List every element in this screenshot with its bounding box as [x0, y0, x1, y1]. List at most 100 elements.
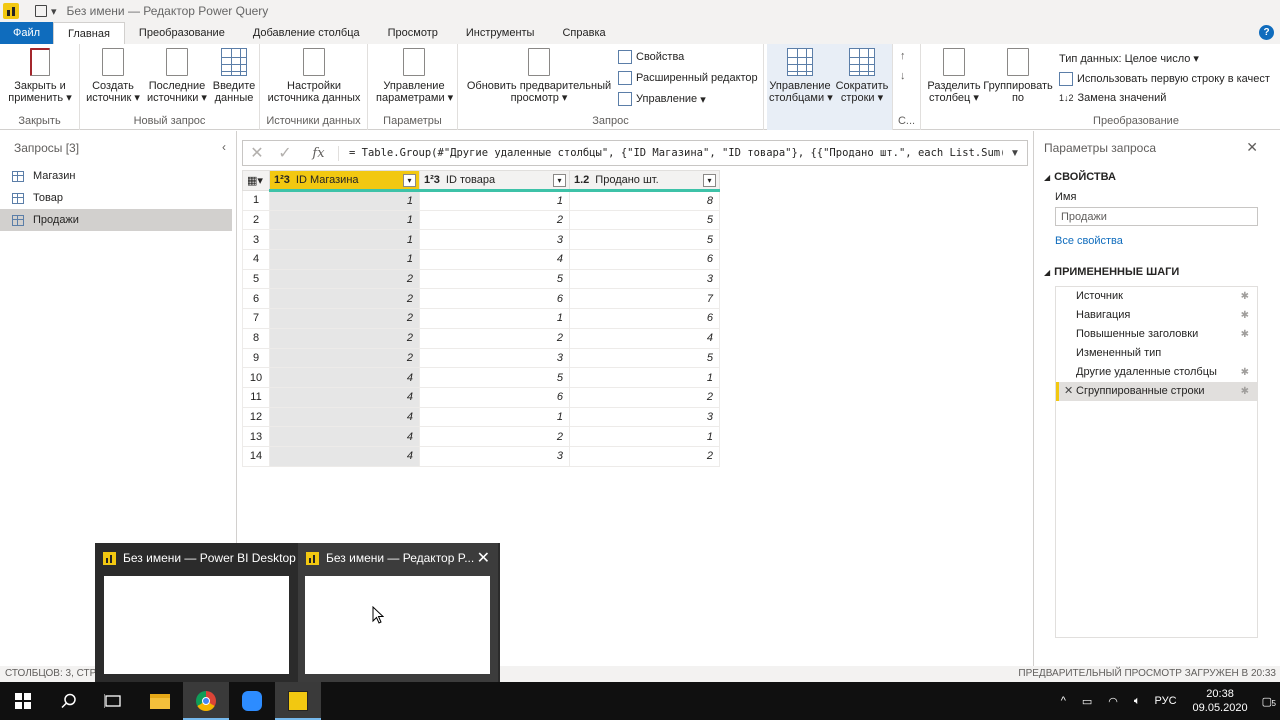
table-cell[interactable]: 4: [269, 386, 420, 408]
table-cell[interactable]: 1: [269, 229, 420, 251]
table-cell[interactable]: 2: [269, 327, 420, 349]
cancel-x-icon[interactable]: ✕: [243, 143, 271, 163]
manage-parameters-button[interactable]: Управление параметрами ▾: [376, 48, 453, 104]
filter-dropdown-icon[interactable]: ▾: [403, 174, 416, 187]
table-cell[interactable]: 5: [569, 347, 720, 369]
gear-icon[interactable]: ✱: [1241, 325, 1249, 344]
table-cell[interactable]: 5: [419, 268, 570, 290]
group-by-button[interactable]: Группировать по: [983, 48, 1053, 104]
filter-dropdown-icon[interactable]: ▾: [553, 174, 566, 187]
table-cell[interactable]: 3: [419, 347, 570, 369]
gear-icon[interactable]: ✱: [1241, 363, 1249, 382]
power-bi-taskbar-icon[interactable]: [275, 682, 321, 720]
table-cell[interactable]: 6: [419, 386, 570, 408]
table-cell[interactable]: 4: [569, 327, 720, 349]
help-icon[interactable]: ?: [1259, 25, 1274, 40]
table-cell[interactable]: 5: [419, 367, 570, 388]
manage-button[interactable]: Управление ▾: [618, 92, 706, 106]
table-cell[interactable]: 2: [269, 308, 420, 329]
table-cell[interactable]: 3: [569, 406, 720, 428]
fx-icon[interactable]: fx: [299, 145, 339, 161]
table-cell[interactable]: 4: [269, 445, 420, 467]
properties-section-header[interactable]: ◢ СВОЙСТВА: [1044, 171, 1116, 183]
reduce-rows-button[interactable]: Сократить строки ▾: [833, 48, 891, 104]
replace-values-button[interactable]: 1↓2 Замена значений: [1059, 92, 1166, 104]
thumbnail-power-bi-desktop[interactable]: Без имени — Power BI Desktop: [95, 543, 296, 682]
data-type-dropdown[interactable]: Тип данных: Целое число ▾: [1059, 52, 1199, 66]
table-cell[interactable]: 2: [569, 386, 720, 408]
step-item[interactable]: Измененный тип: [1056, 344, 1257, 363]
table-cell[interactable]: 3: [569, 268, 720, 290]
table-cell[interactable]: 8: [569, 190, 720, 211]
table-cell[interactable]: 1: [569, 367, 720, 388]
sort-ascending-icon[interactable]: ↑: [900, 50, 906, 62]
table-cell[interactable]: 2: [419, 209, 570, 231]
applied-steps-header[interactable]: ◢ ПРИМЕНЕННЫЕ ШАГИ: [1044, 266, 1179, 278]
table-cell[interactable]: 5: [569, 209, 720, 231]
table-cell[interactable]: 1: [269, 190, 420, 211]
table-cell[interactable]: 3: [419, 445, 570, 467]
whole-number-type-icon[interactable]: 1²3: [274, 174, 290, 186]
query-item-prodazhi[interactable]: Продажи: [0, 209, 232, 231]
chevron-up-icon[interactable]: ^: [1061, 695, 1066, 707]
query-name-input[interactable]: Продажи: [1055, 207, 1258, 226]
gear-icon[interactable]: ✱: [1241, 382, 1249, 401]
file-explorer-icon[interactable]: [137, 682, 183, 720]
table-cell[interactable]: 1: [419, 406, 570, 428]
step-item[interactable]: Источник ✱: [1056, 287, 1257, 306]
table-cell[interactable]: 1: [569, 426, 720, 447]
gear-icon[interactable]: ✱: [1241, 287, 1249, 306]
table-cell[interactable]: 4: [269, 406, 420, 428]
table-cell[interactable]: 4: [419, 249, 570, 270]
first-row-headers-button[interactable]: Использовать первую строку в качест: [1059, 72, 1270, 86]
tab-add-column[interactable]: Добавление столбца: [239, 22, 374, 44]
table-cell[interactable]: 1: [419, 190, 570, 211]
table-cell[interactable]: 2: [269, 268, 420, 290]
table-cell[interactable]: 6: [569, 249, 720, 270]
clock[interactable]: 20:38 09.05.2020: [1193, 687, 1248, 715]
table-cell[interactable]: 2: [419, 426, 570, 447]
filter-dropdown-icon[interactable]: ▾: [703, 174, 716, 187]
manage-columns-button[interactable]: Управление столбцами ▾: [769, 48, 833, 104]
thumbnail-power-query-editor[interactable]: Без имени — Редактор P... ✕: [298, 543, 498, 682]
close-apply-button[interactable]: Закрыть и применить ▾: [6, 48, 74, 104]
chevron-down-icon[interactable]: ▼: [1003, 148, 1027, 159]
table-cell[interactable]: 4: [269, 367, 420, 388]
table-cell[interactable]: 1: [269, 209, 420, 231]
column-header-id-tovara[interactable]: 1²3 ID товара ▾: [419, 170, 570, 192]
table-cell[interactable]: 6: [419, 288, 570, 310]
table-cell[interactable]: 2: [419, 327, 570, 349]
query-item-magazin[interactable]: Магазин: [0, 165, 236, 187]
sort-descending-icon[interactable]: ↓: [900, 70, 906, 82]
task-view-icon[interactable]: [90, 682, 136, 720]
table-menu-icon[interactable]: ▦▾: [242, 170, 270, 191]
new-source-button[interactable]: Создать источник ▾: [86, 48, 140, 104]
tab-view[interactable]: Просмотр: [374, 22, 452, 44]
battery-icon[interactable]: ▭: [1082, 695, 1092, 708]
tab-help[interactable]: Справка: [548, 22, 619, 44]
table-cell[interactable]: 1: [269, 249, 420, 270]
enter-data-button[interactable]: Введите данные: [212, 48, 256, 104]
column-header-id-magazina[interactable]: 1²3 ID Магазина ▾: [269, 170, 420, 192]
close-icon[interactable]: ✕: [1246, 139, 1258, 156]
table-cell[interactable]: 6: [569, 308, 720, 329]
confirm-check-icon[interactable]: ✓: [271, 143, 299, 163]
tab-tools[interactable]: Инструменты: [452, 22, 549, 44]
step-item[interactable]: Повышенные заголовки ✱: [1056, 325, 1257, 344]
tab-home[interactable]: Главная: [53, 22, 125, 44]
table-cell[interactable]: 4: [269, 426, 420, 447]
gear-icon[interactable]: ✱: [1241, 306, 1249, 325]
column-header-prodano[interactable]: 1.2 Продано шт. ▾: [569, 170, 720, 192]
step-item-selected[interactable]: ✕ Сгруппированные строки ✱: [1056, 382, 1257, 401]
query-item-tovar[interactable]: Товар: [0, 187, 236, 209]
table-cell[interactable]: 2: [569, 445, 720, 467]
decimal-type-icon[interactable]: 1.2: [574, 174, 589, 186]
table-cell[interactable]: 3: [419, 229, 570, 251]
all-properties-link[interactable]: Все свойства: [1055, 235, 1123, 247]
notifications-icon[interactable]: ▢ 5: [1262, 695, 1276, 708]
table-cell[interactable]: 2: [269, 347, 420, 369]
table-cell[interactable]: 2: [269, 288, 420, 310]
formula-input[interactable]: = Table.Group(#"Другие удаленные столбцы…: [339, 147, 1003, 159]
tab-transform[interactable]: Преобразование: [125, 22, 239, 44]
advanced-editor-button[interactable]: Расширенный редактор: [618, 71, 758, 85]
